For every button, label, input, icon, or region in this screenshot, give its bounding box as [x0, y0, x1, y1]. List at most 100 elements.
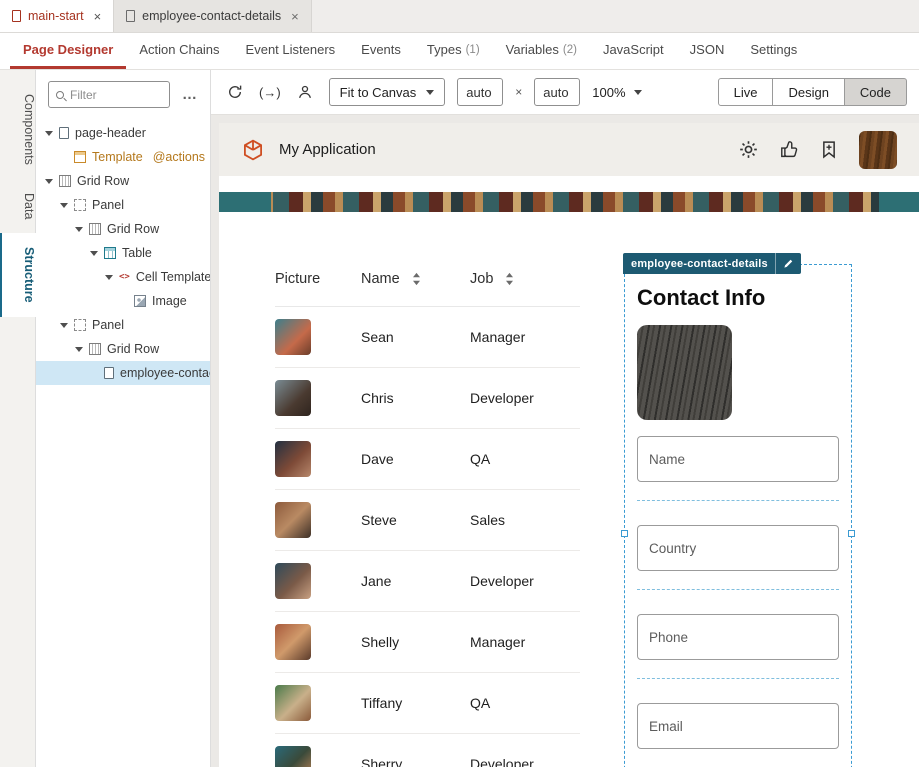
nav-javascript[interactable]: JavaScript [590, 33, 677, 69]
nav-settings[interactable]: Settings [737, 33, 810, 69]
table-row[interactable]: Steve Sales [275, 490, 580, 551]
structure-panel: … page-header Template @actions Gr [36, 70, 211, 767]
cell-job: Manager [470, 329, 526, 345]
thumbs-up-icon[interactable] [780, 140, 799, 159]
zoom-dropdown[interactable]: 100% [592, 85, 642, 100]
expand-arrow-icon[interactable] [89, 250, 98, 256]
selection-badge[interactable]: employee-contact-details [623, 253, 801, 274]
tree-item-grid-row[interactable]: Grid Row [36, 217, 210, 241]
more-menu-icon[interactable]: … [178, 86, 202, 103]
user-avatar[interactable] [859, 130, 897, 169]
chevron-down-icon [633, 89, 642, 95]
image-icon [134, 295, 146, 307]
expand-arrow-icon[interactable] [44, 178, 53, 184]
tree-item-panel[interactable]: Panel [36, 313, 210, 337]
email-field[interactable]: Email [637, 703, 839, 749]
expand-arrow-icon[interactable] [74, 346, 83, 352]
tree-item-table[interactable]: Table [36, 241, 210, 265]
tree-item-panel[interactable]: Panel [36, 193, 210, 217]
contact-image-placeholder[interactable] [637, 325, 732, 420]
nav-label: Action Chains [139, 42, 220, 57]
table-row[interactable]: Jane Developer [275, 551, 580, 612]
template-icon [74, 151, 86, 163]
bookmark-add-icon[interactable] [821, 140, 837, 159]
expand-arrow-icon[interactable] [59, 322, 68, 328]
canvas-height-input[interactable] [534, 78, 581, 106]
live-sync-icon[interactable] [259, 85, 281, 100]
search-icon [56, 90, 64, 99]
form-cell: Country [637, 525, 839, 590]
rail-tab-data[interactable]: Data [0, 179, 36, 233]
sort-icon[interactable] [505, 272, 514, 286]
rail-tab-structure[interactable]: Structure [0, 233, 36, 317]
expand-arrow-icon[interactable] [74, 226, 83, 232]
table-row[interactable]: Chris Developer [275, 368, 580, 429]
designer-nav: Page Designer Action Chains Event Listen… [0, 33, 919, 70]
column-header-job[interactable]: Job [470, 271, 580, 287]
contact-details-fragment[interactable]: employee-contact-details Contact Info Na… [621, 253, 855, 767]
live-mode-button[interactable]: Live [717, 78, 774, 106]
filter-input[interactable] [70, 87, 162, 102]
contact-panel[interactable]: Contact Info Name Country Phone Email [621, 264, 855, 767]
resize-handle-left[interactable] [621, 530, 628, 537]
table-row[interactable]: Tiffany QA [275, 673, 580, 734]
nav-page-designer[interactable]: Page Designer [10, 33, 127, 69]
close-icon[interactable]: × [288, 9, 299, 24]
grid-row-icon [89, 223, 101, 235]
table-row[interactable]: Sean Manager [275, 307, 580, 368]
tree-item-cell-template[interactable]: Cell Template [36, 265, 210, 289]
refresh-icon[interactable] [223, 80, 247, 104]
tree-label: Image [152, 294, 187, 308]
cell-name: Chris [361, 390, 394, 406]
nav-action-chains[interactable]: Action Chains [126, 33, 232, 69]
employee-photo [275, 319, 311, 355]
tree-item-grid-row[interactable]: Grid Row [36, 337, 210, 361]
tree-item-employee-contact-details[interactable]: employee-contact-details [36, 361, 210, 385]
tree-item-page-header[interactable]: page-header [36, 121, 210, 145]
tree-item-grid-row[interactable]: Grid Row [36, 169, 210, 193]
canvas-width-input[interactable] [457, 78, 504, 106]
rail-tab-components[interactable]: Components [0, 80, 36, 179]
nav-variables[interactable]: Variables (2) [493, 33, 590, 69]
nav-label: Types [426, 42, 462, 57]
expand-arrow-icon[interactable] [59, 202, 68, 208]
nav-types[interactable]: Types (1) [414, 33, 493, 69]
app-title: My Application [279, 141, 376, 158]
table-icon [104, 247, 116, 259]
table-row[interactable]: Dave QA [275, 429, 580, 490]
expand-arrow-icon[interactable] [44, 130, 53, 136]
close-icon[interactable]: × [91, 9, 102, 24]
tab-main-start[interactable]: main-start × [0, 0, 115, 32]
user-preview-icon[interactable] [293, 80, 317, 104]
sort-icon[interactable] [412, 272, 421, 286]
table-row[interactable]: Shelly Manager [275, 612, 580, 673]
resize-handle-right[interactable] [848, 530, 855, 537]
edit-pencil-icon[interactable] [776, 258, 801, 269]
app-page-preview: My Application Picture Name Job Sean Man… [219, 123, 919, 767]
filter-box[interactable] [48, 81, 170, 108]
fit-to-canvas-dropdown[interactable]: Fit to Canvas [328, 78, 446, 106]
tree-item-template[interactable]: Template @actions [36, 145, 210, 169]
code-mode-button[interactable]: Code [844, 78, 907, 106]
tree-item-image[interactable]: Image [36, 289, 210, 313]
design-mode-button[interactable]: Design [773, 78, 845, 106]
nav-events[interactable]: Events [348, 33, 414, 69]
header-label: Picture [275, 271, 321, 287]
nav-label: Page Designer [23, 42, 114, 57]
cell-name: Dave [361, 451, 394, 467]
column-header-picture[interactable]: Picture [275, 271, 361, 287]
country-field[interactable]: Country [637, 525, 839, 571]
employee-photo [275, 502, 311, 538]
decorative-banner [219, 192, 919, 212]
chevron-down-icon [426, 89, 435, 95]
table-header-row: Picture Name Job [275, 252, 580, 307]
table-row[interactable]: Sherry Developer [275, 734, 580, 767]
gear-icon[interactable] [739, 140, 758, 159]
nav-json[interactable]: JSON [677, 33, 738, 69]
nav-event-listeners[interactable]: Event Listeners [233, 33, 349, 69]
name-field[interactable]: Name [637, 436, 839, 482]
expand-arrow-icon[interactable] [104, 274, 113, 280]
tab-employee-contact-details[interactable]: employee-contact-details × [114, 0, 312, 32]
column-header-name[interactable]: Name [361, 271, 470, 287]
phone-field[interactable]: Phone [637, 614, 839, 660]
